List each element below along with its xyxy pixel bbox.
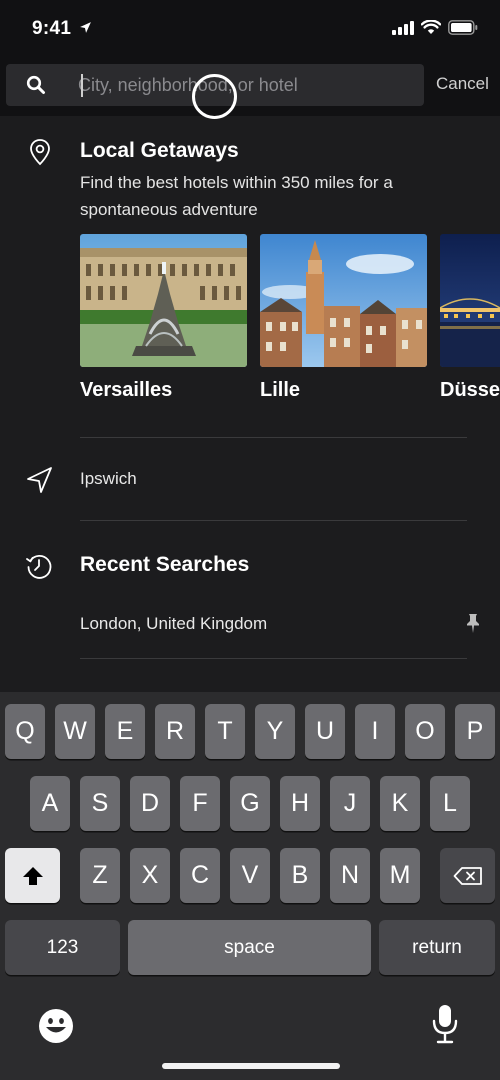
clock-text: 9:41: [32, 18, 72, 39]
key-h[interactable]: H: [280, 776, 320, 831]
destination-card-dusseldorf[interactable]: Düsseldorf: [440, 234, 500, 402]
battery-icon: [448, 20, 478, 35]
key-o[interactable]: O: [405, 704, 445, 759]
wifi-icon: [421, 20, 441, 34]
touch-indicator: [192, 74, 237, 119]
keyboard: Q W E R T Y U I O P A S D F G H J K L Z …: [0, 692, 500, 1080]
key-v[interactable]: V: [230, 848, 270, 903]
home-indicator[interactable]: [162, 1063, 340, 1069]
shift-arrow-icon: [22, 866, 43, 885]
destination-label: Versailles: [80, 379, 173, 401]
location-arrow-icon: [79, 22, 91, 33]
destination-card-lille[interactable]: Lille: [260, 234, 427, 402]
key-l[interactable]: L: [430, 776, 470, 831]
text-caret: [81, 74, 83, 97]
key-n[interactable]: N: [330, 848, 370, 903]
key-e[interactable]: E: [105, 704, 145, 759]
backspace-icon: [453, 866, 482, 885]
recent-searches-title: Recent Searches: [80, 553, 250, 576]
delete-key[interactable]: [440, 848, 495, 903]
shift-key[interactable]: [5, 848, 60, 903]
numbers-key[interactable]: 123: [5, 920, 120, 975]
microphone-icon[interactable]: [432, 1004, 458, 1044]
status-bar: 9:41: [0, 0, 500, 60]
key-j[interactable]: J: [330, 776, 370, 831]
emoji-icon[interactable]: [38, 1008, 74, 1044]
cellular-signal-icon: [392, 20, 414, 35]
destination-card-versailles[interactable]: Versailles: [80, 234, 247, 402]
key-f[interactable]: F: [180, 776, 220, 831]
history-clock-icon: [26, 554, 52, 579]
key-b[interactable]: B: [280, 848, 320, 903]
key-x[interactable]: X: [130, 848, 170, 903]
key-d[interactable]: D: [130, 776, 170, 831]
search-icon: [26, 75, 45, 94]
destination-image-dusseldorf: [440, 234, 500, 367]
divider: [80, 658, 467, 659]
key-c[interactable]: C: [180, 848, 220, 903]
key-q[interactable]: Q: [5, 704, 45, 759]
recent-search-item[interactable]: London, United Kingdom: [80, 614, 267, 634]
divider: [80, 437, 467, 438]
divider: [80, 520, 467, 521]
key-p[interactable]: P: [455, 704, 495, 759]
key-r[interactable]: R: [155, 704, 195, 759]
destination-image-lille: [260, 234, 427, 367]
nearby-location-item[interactable]: Ipswich: [80, 469, 137, 489]
key-i[interactable]: I: [355, 704, 395, 759]
key-m[interactable]: M: [380, 848, 420, 903]
space-key[interactable]: space: [128, 920, 371, 975]
key-g[interactable]: G: [230, 776, 270, 831]
key-k[interactable]: K: [380, 776, 420, 831]
status-time: 9:41: [32, 18, 92, 40]
destination-image-versailles: [80, 234, 247, 367]
destination-label: Düsseldorf: [440, 379, 500, 401]
navigation-arrow-icon: [27, 467, 52, 493]
cancel-button[interactable]: Cancel: [436, 74, 489, 94]
key-t[interactable]: T: [205, 704, 245, 759]
key-z[interactable]: Z: [80, 848, 120, 903]
location-pin-icon: [30, 139, 50, 166]
local-getaways-description: Find the best hotels within 350 miles fo…: [80, 173, 393, 219]
return-key[interactable]: return: [379, 920, 495, 975]
destination-label: Lille: [260, 379, 301, 401]
status-indicators: [392, 20, 478, 35]
key-u[interactable]: U: [305, 704, 345, 759]
key-a[interactable]: A: [30, 776, 70, 831]
search-header: Cancel: [0, 60, 500, 116]
key-s[interactable]: S: [80, 776, 120, 831]
search-input[interactable]: [78, 64, 418, 106]
pushpin-icon[interactable]: [465, 612, 481, 634]
local-getaways-title: Local Getaways: [80, 139, 239, 162]
destination-carousel[interactable]: Versailles Lille Düsse: [80, 234, 500, 414]
key-y[interactable]: Y: [255, 704, 295, 759]
key-w[interactable]: W: [55, 704, 95, 759]
